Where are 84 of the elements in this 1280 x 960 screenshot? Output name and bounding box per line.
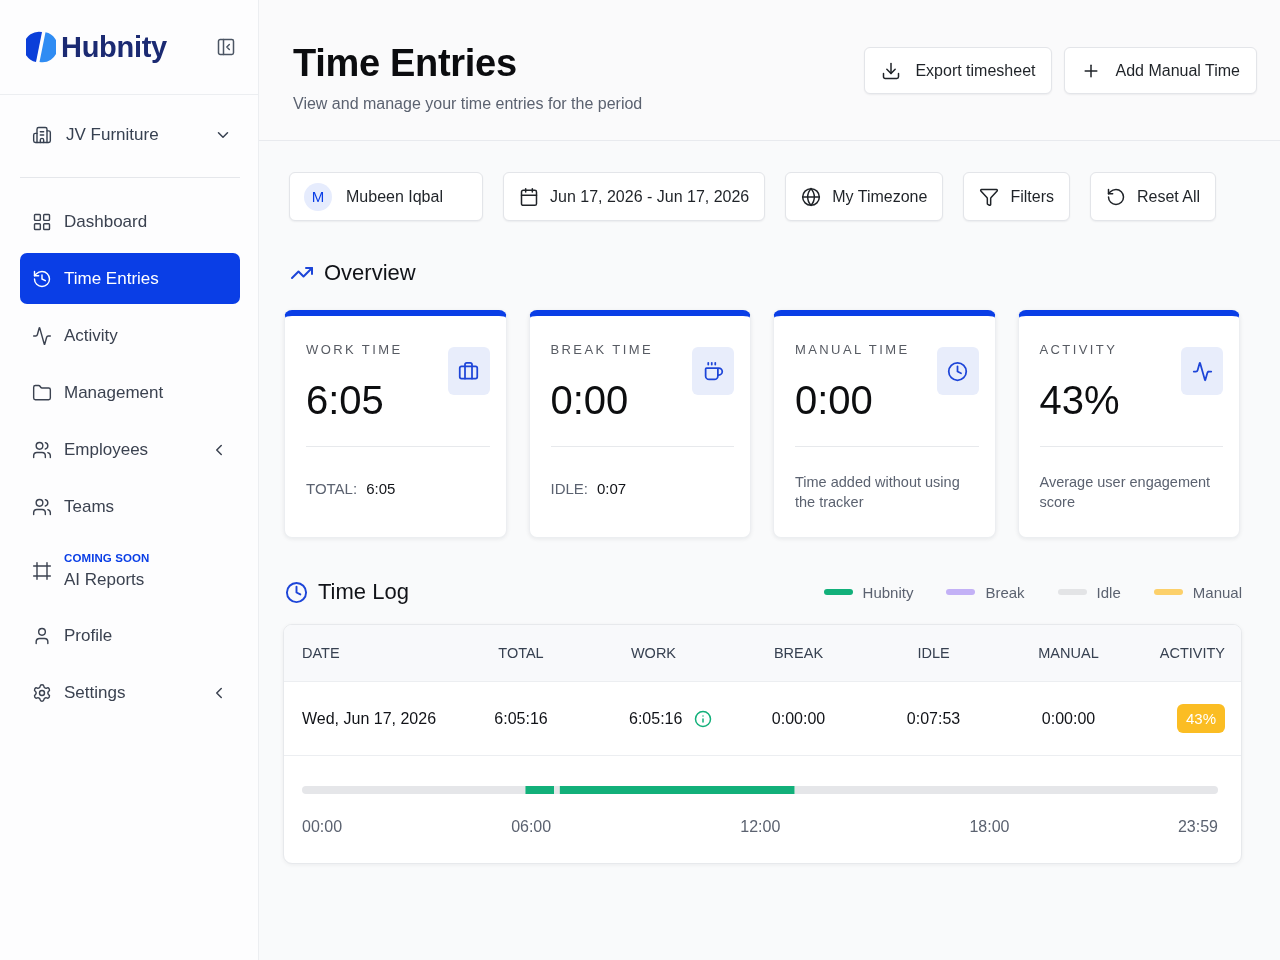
column-header: BREAK [772, 645, 825, 661]
legend-label: Break [985, 583, 1025, 601]
nav-item[interactable]: Teams [20, 481, 240, 532]
users-icon [32, 496, 52, 517]
clock-icon [936, 347, 979, 395]
section-title: Overview [324, 260, 416, 286]
stat-label: BREAK TIME [550, 342, 653, 358]
filter-button[interactable]: My Timezone [785, 172, 944, 221]
stat-label: ACTIVITY [1039, 342, 1118, 358]
cup-icon [692, 347, 734, 395]
table-cell-text: 6:05:16 [493, 709, 549, 728]
nav-item[interactable]: Profile [20, 610, 240, 661]
panel-icon[interactable] [216, 37, 236, 57]
column-header: IDLE [916, 645, 951, 661]
stat-footer-value: 0:07 [597, 479, 627, 499]
history-icon [32, 268, 52, 289]
briefcase-icon [447, 347, 490, 395]
settings-icon [32, 682, 52, 703]
frame-icon [32, 561, 52, 581]
legend-label: Manual [1192, 583, 1242, 601]
filter-button[interactable]: Filters [963, 172, 1070, 221]
stat-footer-value: 6:05 [366, 479, 396, 499]
time-tick-label: 18:00 [969, 818, 1010, 835]
activity-badge: 43% [1176, 704, 1225, 733]
column-header: DATE [302, 645, 341, 661]
stat-label: WORK TIME [306, 342, 403, 358]
filter-button[interactable]: Jun 17, 2026 - Jun 17, 2026 [503, 172, 766, 221]
stat-footer-label: IDLE: [550, 479, 588, 499]
stat-note: Average user engagement score [1039, 473, 1212, 512]
calendar-icon [519, 186, 539, 207]
company-selector[interactable]: JV Furniture [20, 115, 240, 155]
legend-label: Idle [1096, 583, 1121, 601]
time-tick-label: 00:00 [302, 818, 343, 835]
column-header: ACTIVITY [1158, 645, 1225, 661]
stat-value: 0:00 [550, 377, 629, 424]
page-title: Time Entries [293, 41, 517, 86]
pulse-icon [32, 325, 52, 346]
avatar-initial: M [304, 182, 332, 211]
column-header: TOTAL [497, 645, 545, 661]
table-cell: 6:05:16 [629, 709, 683, 728]
header-button[interactable]: Export timesheet [864, 47, 1053, 94]
users-icon [32, 439, 52, 460]
folder-icon [32, 382, 52, 403]
section-title: Time Log [318, 579, 409, 605]
table-cell-text: Wed, Jun 17, 2026 [302, 709, 438, 728]
nav-item[interactable]: Time Entries [20, 253, 240, 304]
table-cell-text: 0:00:00 [1040, 709, 1097, 728]
user-icon [32, 625, 52, 646]
nav-item[interactable]: COMING SOON AI Reports [20, 538, 240, 604]
user-selector[interactable]: M Mubeen Iqbal [289, 172, 483, 221]
pulse-icon [1181, 347, 1223, 395]
nav-item[interactable]: Employees [20, 424, 240, 475]
stat-note: Time added without using the tracker [795, 473, 961, 512]
legend-label: Hubnity [862, 583, 914, 601]
stat-value: 6:05 [306, 377, 384, 424]
download-icon [881, 60, 902, 81]
coming-soon-label: COMING SOON [64, 552, 150, 564]
stat-value: 0:00 [795, 377, 873, 424]
filter-icon [979, 186, 1000, 207]
table-cell-text: 0:00:00 [770, 709, 827, 728]
time-tick-label: 12:00 [740, 818, 781, 835]
column-header: WORK [629, 645, 678, 661]
nav-item[interactable]: Activity [20, 310, 240, 361]
brand-name: Hubnity [61, 30, 167, 64]
clock-icon [285, 580, 308, 604]
table-cell-text: 0:07:53 [905, 709, 962, 728]
page-subtitle: View and manage your time entries for the period [293, 94, 643, 114]
building-icon [32, 125, 52, 145]
info-icon[interactable] [694, 709, 713, 728]
rotate-arrow-icon [1105, 186, 1126, 207]
nav-item[interactable]: Dashboard [20, 196, 240, 247]
time-tick-label: 06:00 [511, 818, 552, 835]
column-header: MANUAL [1037, 645, 1100, 661]
nav-item[interactable]: Settings [20, 667, 240, 718]
stat-label: MANUAL TIME [795, 342, 910, 358]
filter-button[interactable]: Reset All [1089, 172, 1217, 221]
grid-icon [32, 211, 52, 232]
header-button[interactable]: Add Manual Time [1064, 47, 1257, 94]
stat-footer-label: TOTAL: [306, 479, 358, 499]
time-tick-label: 23:59 [1177, 818, 1218, 835]
logo-icon [26, 30, 56, 64]
globe-icon [801, 186, 822, 207]
stat-value: 43% [1039, 377, 1120, 424]
nav-item[interactable]: Management [20, 367, 240, 418]
